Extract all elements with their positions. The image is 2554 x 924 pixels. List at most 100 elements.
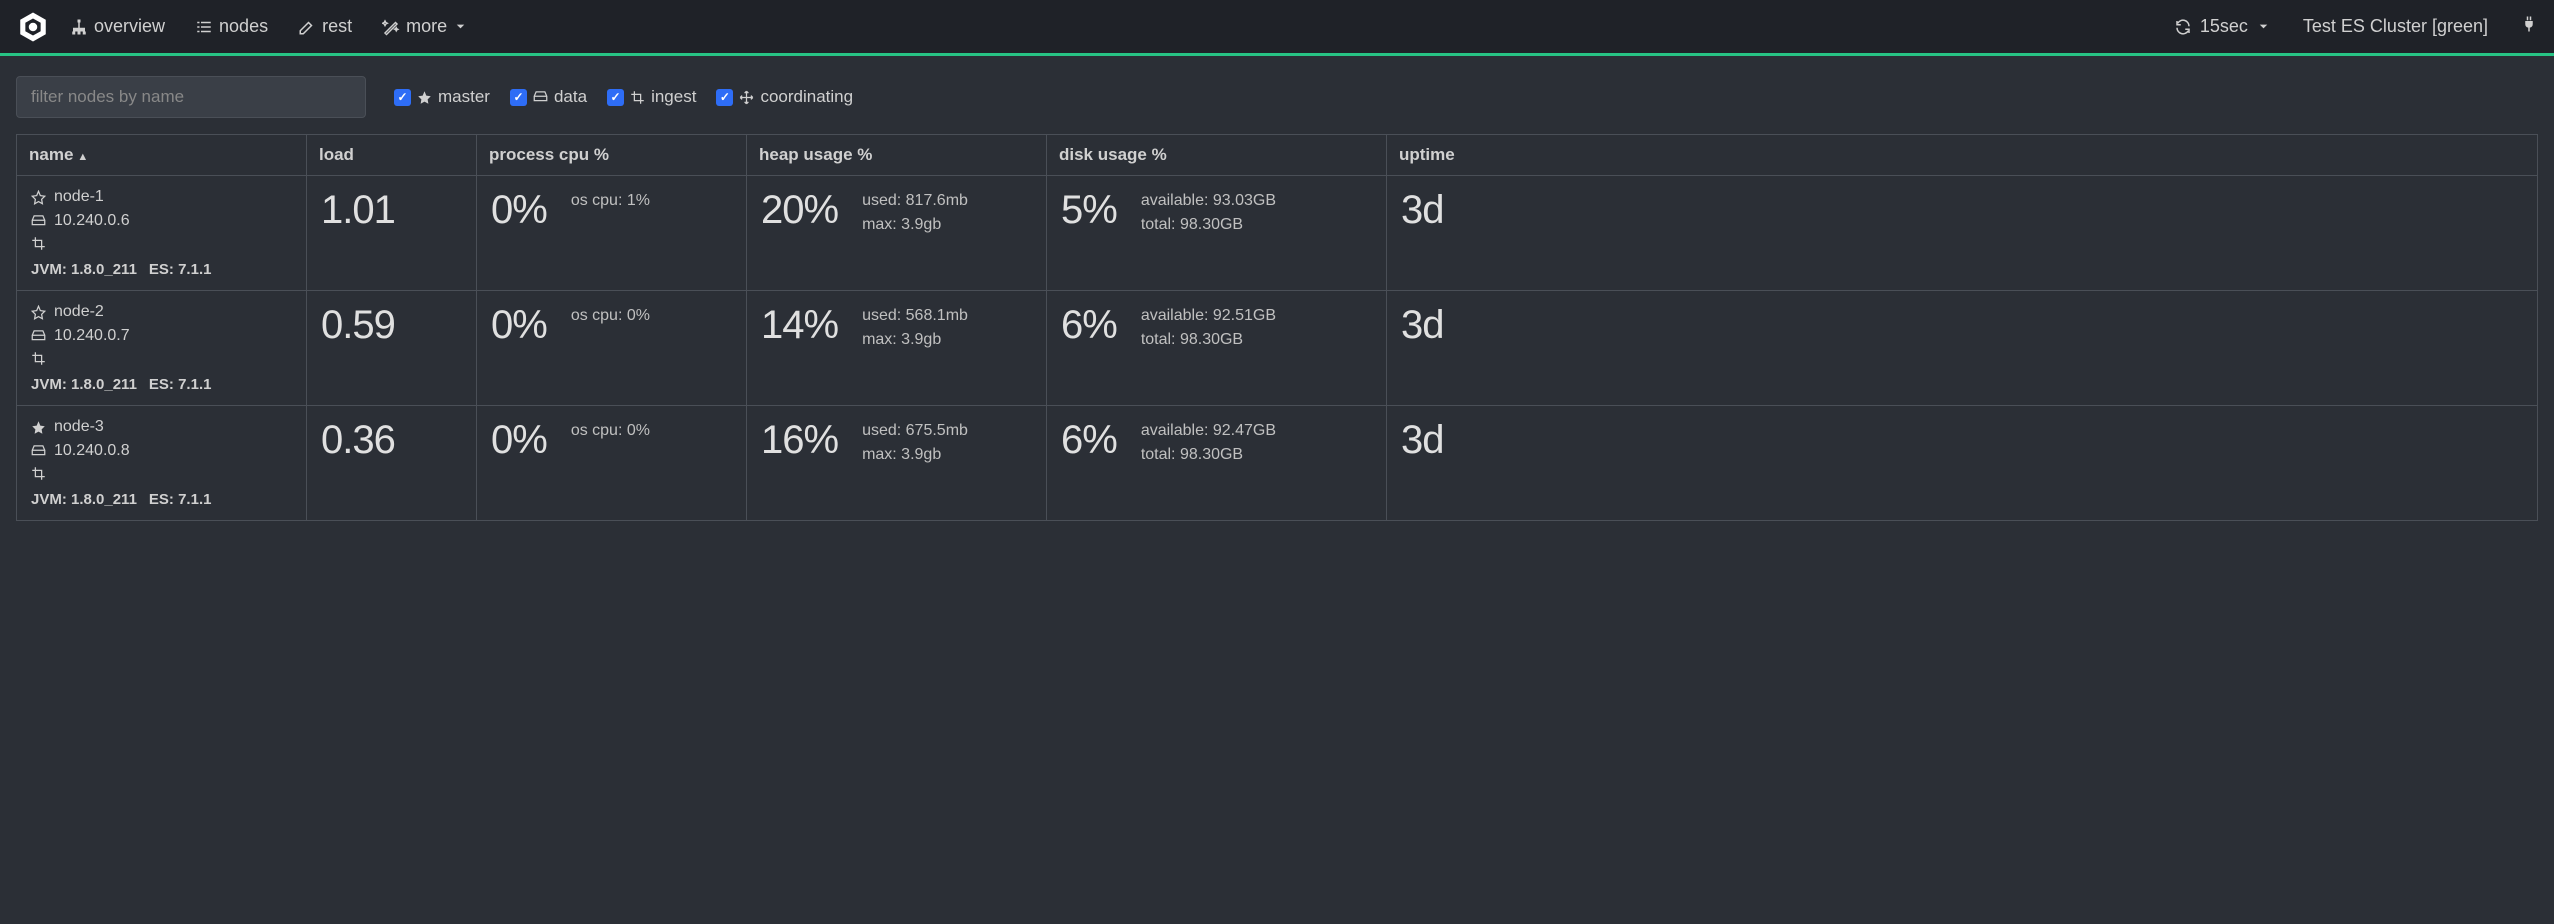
disk-total: total: 98.30GB — [1141, 331, 1276, 349]
node-ip: 10.240.0.7 — [54, 327, 130, 345]
col-heap[interactable]: heap usage % — [747, 135, 1047, 175]
cell-name: node-3 10.240.0.8 JVM: 1.8.0_211ES: 7.1.… — [17, 406, 307, 520]
table-row: node-2 10.240.0.7 JVM: 1.8.0_211 ES: 7.1.… — [17, 291, 2537, 406]
cell-disk: 6% available: 92.51GBtotal: 98.30GB — [1047, 291, 1387, 405]
role-ingest-label: ingest — [651, 87, 696, 107]
cpu-value: 0% — [491, 418, 547, 463]
table-header: name▲ load process cpu % heap usage % di… — [17, 135, 2537, 176]
refresh-interval[interactable]: 15sec — [2174, 16, 2271, 37]
uptime-value: 3d — [1401, 418, 1444, 462]
cell-cpu: 0% os cpu: 0% — [477, 291, 747, 405]
heap-value: 16% — [761, 418, 838, 463]
filter-toolbar: ✓ master ✓ data ✓ ingest ✓ coordinating — [0, 56, 2554, 134]
cell-disk: 6% available: 92.47GB total: 98.30GB — [1047, 406, 1387, 520]
cell-load: 1.01 — [307, 176, 477, 290]
checkbox-checked-icon: ✓ — [510, 89, 527, 106]
cpu-value: 0% — [491, 188, 547, 233]
hdd-icon — [31, 329, 46, 344]
plug-icon — [2520, 15, 2538, 33]
cell-heap: 14% used: 568.1mb max: 3.9gb — [747, 291, 1047, 405]
os-cpu: os cpu: 0% — [571, 307, 650, 325]
col-disk[interactable]: disk usage % — [1047, 135, 1387, 175]
uptime-value: 3d — [1401, 303, 1444, 347]
heap-value: 14% — [761, 303, 838, 348]
disk-value: 6% — [1061, 418, 1117, 463]
nav-more[interactable]: more — [382, 16, 468, 37]
table-row: node-3 10.240.0.8 JVM: 1.8.0_211ES: 7.1.… — [17, 406, 2537, 520]
role-coordinating-label: coordinating — [760, 87, 853, 107]
heap-used: used: 568.1mb — [862, 307, 968, 325]
sort-asc-icon: ▲ — [77, 151, 88, 163]
cell-load: 0.59 — [307, 291, 477, 405]
node-es: ES: 7.1.1 — [149, 491, 212, 508]
load-value: 0.36 — [321, 418, 395, 462]
disk-avail: available: 92.47GB — [1141, 422, 1276, 440]
nav-more-label: more — [406, 16, 447, 37]
heap-max: max: 3.9gb — [862, 331, 968, 349]
cell-name: node-2 10.240.0.7 JVM: 1.8.0_211 ES: 7.1.… — [17, 291, 307, 405]
os-cpu: os cpu: 1% — [571, 192, 650, 210]
col-load[interactable]: load — [307, 135, 477, 175]
checkbox-checked-icon: ✓ — [394, 89, 411, 106]
nav-overview[interactable]: overview — [70, 16, 165, 37]
nav-rest[interactable]: rest — [298, 16, 352, 37]
connect-button[interactable] — [2520, 15, 2538, 38]
cell-uptime: 3d — [1387, 176, 1547, 290]
cpu-value: 0% — [491, 303, 547, 348]
checkbox-checked-icon: ✓ — [607, 89, 624, 106]
cell-uptime: 3d — [1387, 406, 1547, 520]
star-outline-icon — [31, 190, 46, 205]
col-name[interactable]: name▲ — [17, 135, 307, 175]
disk-value: 5% — [1061, 188, 1117, 233]
crop-icon — [31, 351, 46, 366]
load-value: 1.01 — [321, 188, 395, 232]
col-cpu[interactable]: process cpu % — [477, 135, 747, 175]
hdd-icon — [31, 444, 46, 459]
role-master-label: master — [438, 87, 490, 107]
col-uptime[interactable]: uptime — [1387, 135, 1547, 175]
node-ip: 10.240.0.6 — [54, 212, 130, 230]
nav-rest-label: rest — [322, 16, 352, 37]
caret-down-icon — [453, 19, 468, 34]
cell-name: node-1 10.240.0.6 JVM: 1.8.0_211ES: 7.1.… — [17, 176, 307, 290]
cell-heap: 20% used: 817.6mbmax: 3.9gb — [747, 176, 1047, 290]
disk-total: total: 98.30GB — [1141, 446, 1276, 464]
crop-icon — [31, 466, 46, 481]
heap-max: max: 3.9gb — [862, 216, 968, 234]
node-es: ES: 7.1.1 — [149, 376, 212, 393]
refresh-icon — [2174, 18, 2192, 36]
hdd-icon — [31, 214, 46, 229]
cell-heap: 16% used: 675.5mbmax: 3.9gb — [747, 406, 1047, 520]
node-jvm: JVM: 1.8.0_211 — [31, 491, 137, 508]
heap-max: max: 3.9gb — [862, 446, 968, 464]
node-name: node-2 — [54, 303, 104, 321]
disk-avail: available: 92.51GB — [1141, 307, 1276, 325]
nav-nodes[interactable]: nodes — [195, 16, 268, 37]
role-master-checkbox[interactable]: ✓ master — [394, 87, 490, 107]
sitemap-icon — [70, 18, 88, 36]
list-icon — [195, 18, 213, 36]
node-jvm: JVM: 1.8.0_211 — [31, 261, 137, 278]
edit-icon — [298, 18, 316, 36]
table-row: node-1 10.240.0.6 JVM: 1.8.0_211ES: 7.1.… — [17, 176, 2537, 291]
disk-total: total: 98.30GB — [1141, 216, 1276, 234]
caret-down-icon — [2256, 19, 2271, 34]
cell-load: 0.36 — [307, 406, 477, 520]
star-outline-icon — [31, 305, 46, 320]
wand-icon — [382, 18, 400, 36]
cell-disk: 5% available: 93.03GBtotal: 98.30GB — [1047, 176, 1387, 290]
node-jvm: JVM: 1.8.0_211 — [31, 376, 137, 393]
role-coordinating-checkbox[interactable]: ✓ coordinating — [716, 87, 853, 107]
star-icon — [31, 420, 46, 435]
cluster-name: Test ES Cluster [green] — [2303, 16, 2488, 37]
role-ingest-checkbox[interactable]: ✓ ingest — [607, 87, 696, 107]
os-cpu: os cpu: 0% — [571, 422, 650, 440]
star-icon — [417, 90, 432, 105]
node-es: ES: 7.1.1 — [149, 261, 212, 278]
filter-nodes-input[interactable] — [16, 76, 366, 118]
crop-icon — [630, 90, 645, 105]
cell-uptime: 3d — [1387, 291, 1547, 405]
refresh-interval-label: 15sec — [2200, 16, 2248, 37]
role-data-label: data — [554, 87, 587, 107]
role-data-checkbox[interactable]: ✓ data — [510, 87, 587, 107]
